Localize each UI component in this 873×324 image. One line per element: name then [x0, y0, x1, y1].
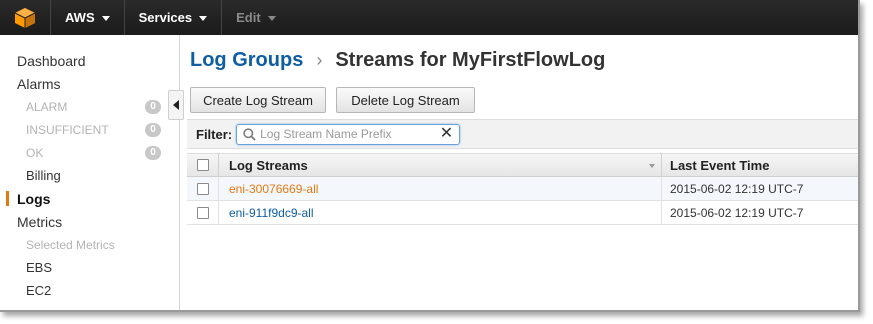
sidebar-item-label: EC2	[26, 283, 52, 298]
stream-name-cell: eni-911f9dc9-all	[219, 201, 662, 224]
sidebar-item-label: OK	[26, 145, 44, 160]
column-header-last-event-time[interactable]: Last Event Time	[662, 154, 858, 176]
filter-bar: Filter: ✕	[187, 119, 858, 149]
table-row[interactable]: eni-30076669-all 2015-06-02 12:19 UTC-7	[187, 177, 858, 201]
aws-menu[interactable]: AWS	[51, 0, 124, 35]
row-check-cell	[187, 201, 219, 224]
log-streams-table: Log Streams Last Event Time eni-30076669…	[187, 153, 858, 225]
stream-name-cell: eni-30076669-all	[219, 177, 662, 200]
edit-menu[interactable]: Edit	[222, 0, 290, 35]
row-checkbox[interactable]	[196, 206, 209, 219]
chevron-down-icon	[199, 15, 208, 21]
chevron-right-icon: ›	[316, 50, 323, 70]
services-menu[interactable]: Services	[125, 0, 222, 35]
sidebar-item-ok[interactable]: OK 0	[0, 141, 179, 164]
sidebar-item-label: Logs	[17, 190, 51, 207]
sort-icon[interactable]	[649, 164, 655, 168]
sidebar-item-alarms[interactable]: Alarms	[0, 72, 179, 95]
create-log-stream-button[interactable]: Create Log Stream	[190, 87, 326, 113]
column-header-label: Log Streams	[229, 157, 308, 173]
filter-label: Filter:	[196, 126, 233, 142]
select-all-cell	[187, 154, 219, 176]
insufficient-count-badge: 0	[145, 122, 161, 137]
sidebar-item-alarm[interactable]: ALARM 0	[0, 95, 179, 118]
page-title: Streams for MyFirstFlowLog	[335, 49, 606, 71]
sidebar-item-label: INSUFFICIENT	[26, 122, 109, 137]
console-window: AWS Services Edit Dashboard Alarms ALARM…	[0, 0, 860, 312]
table-header: Log Streams Last Event Time	[187, 153, 858, 177]
search-icon	[243, 127, 256, 141]
event-time-cell: 2015-06-02 12:19 UTC-7	[662, 177, 858, 200]
aws-cube-icon[interactable]	[0, 0, 50, 35]
sidebar-item-ebs[interactable]: EBS	[0, 256, 179, 279]
breadcrumb: Log Groups › Streams for MyFirstFlowLog	[190, 49, 605, 72]
sidebar-item-label: ALARM	[26, 99, 68, 114]
event-time-text: 2015-06-02 12:19 UTC-7	[670, 181, 804, 196]
close-icon[interactable]: ✕	[440, 126, 453, 142]
breadcrumb-log-groups-link[interactable]: Log Groups	[190, 49, 303, 72]
select-all-checkbox[interactable]	[196, 159, 209, 171]
sidebar-item-selected-metrics[interactable]: Selected Metrics	[0, 233, 179, 256]
row-check-cell	[187, 177, 219, 200]
column-header-label: Last Event Time	[670, 157, 770, 173]
event-time-text: 2015-06-02 12:19 UTC-7	[670, 205, 804, 220]
edit-menu-label: Edit	[236, 10, 261, 25]
sidebar-item-label: EBS	[26, 260, 53, 275]
sidebar-item-label: Selected Metrics	[26, 237, 115, 252]
sidebar-item-billing[interactable]: Billing	[0, 164, 179, 187]
ok-count-badge: 0	[145, 145, 161, 160]
sidebar-item-logs[interactable]: Logs	[0, 187, 179, 210]
aws-menu-label: AWS	[65, 10, 95, 25]
chevron-down-icon	[267, 15, 276, 21]
sidebar-item-label: Alarms	[17, 75, 61, 92]
table-row[interactable]: eni-911f9dc9-all 2015-06-02 12:19 UTC-7	[187, 201, 858, 225]
sidebar-item-dashboard[interactable]: Dashboard	[0, 49, 179, 72]
column-header-log-streams[interactable]: Log Streams	[219, 154, 662, 176]
sidebar-item-insufficient[interactable]: INSUFFICIENT 0	[0, 118, 179, 141]
sidebar-item-label: Metrics	[17, 213, 63, 230]
log-stream-prefix-input[interactable]	[260, 127, 440, 141]
chevron-left-icon	[173, 100, 179, 110]
filter-search-box[interactable]: ✕	[236, 123, 461, 145]
delete-log-stream-button[interactable]: Delete Log Stream	[336, 87, 475, 113]
chevron-down-icon	[101, 15, 110, 21]
sidebar-item-ec2[interactable]: EC2	[0, 279, 179, 302]
sidebar-item-metrics[interactable]: Metrics	[0, 210, 179, 233]
sidebar: Dashboard Alarms ALARM 0 INSUFFICIENT 0 …	[0, 35, 180, 310]
event-time-cell: 2015-06-02 12:19 UTC-7	[662, 201, 858, 224]
main-content: Log Groups › Streams for MyFirstFlowLog …	[181, 35, 858, 310]
sidebar-item-label: Billing	[26, 168, 61, 183]
row-checkbox[interactable]	[196, 182, 209, 195]
top-nav-bar: AWS Services Edit	[0, 0, 858, 35]
services-menu-label: Services	[138, 10, 193, 25]
stream-link[interactable]: eni-30076669-all	[229, 182, 318, 196]
sidebar-item-label: Dashboard	[17, 52, 86, 69]
stream-link[interactable]: eni-911f9dc9-all	[229, 206, 314, 220]
alarm-count-badge: 0	[145, 99, 161, 114]
